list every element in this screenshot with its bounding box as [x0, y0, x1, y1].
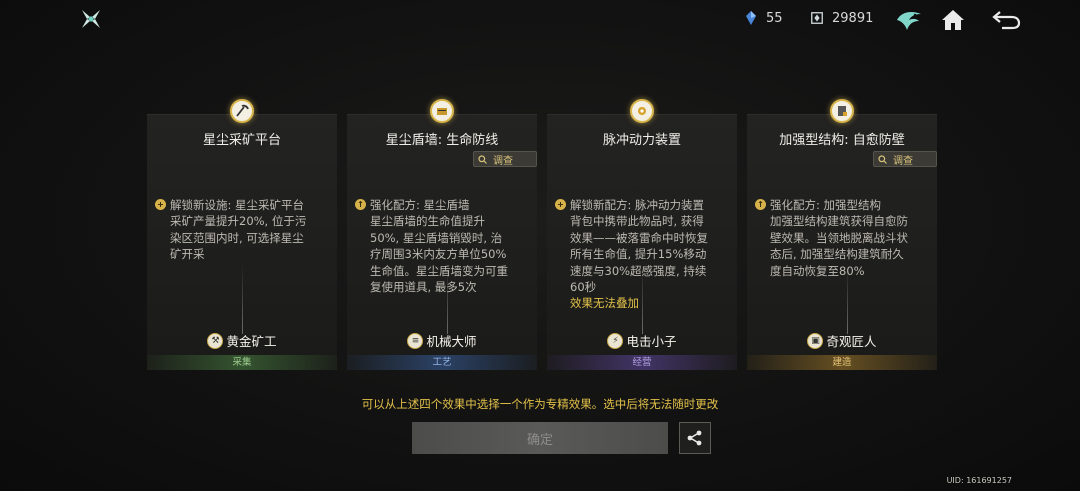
structure-emblem-icon — [830, 99, 854, 123]
card-title: 脉冲动力装置 — [602, 133, 681, 148]
desc-line: 50%, 星尘盾墙销毁时, 治 — [370, 230, 503, 245]
pulse-device-emblem-icon — [630, 99, 654, 123]
coin-icon — [811, 12, 823, 24]
confirm-button[interactable]: 确定 — [412, 422, 668, 454]
specialization-card-4[interactable]: 加强型结构: 自愈防壁 调查 ↑ 强化配方: 加强型结构 加强型结构建筑获得自愈… — [747, 99, 937, 370]
specialization-card-3[interactable]: 脉冲动力装置 + 解锁新配方: 脉冲动力装置 背包中携带此物品时, 获得 效果—… — [547, 99, 737, 370]
desc-line: 生命值。星尘盾墙变为可重 — [370, 263, 508, 278]
back-arrow-icon — [992, 11, 1021, 30]
unlock-icon: + — [155, 199, 166, 210]
category-tag: 建造 — [747, 355, 937, 370]
desc-line: 态后, 加强型结构建筑耐久 — [770, 247, 904, 262]
card-description: ↑ 强化配方: 加强型结构 加强型结构建筑获得自愈防 壁效果。当领地脱离战斗状 … — [755, 197, 931, 279]
desc-line: 背包中携带此物品时, 获得 — [570, 214, 704, 229]
desc-line: 复使用道具, 最多5次 — [370, 280, 477, 295]
desc-line: 采矿产量提升20%, 位于污 — [170, 214, 307, 229]
desc-line: 强化配方: 加强型结构 — [770, 198, 882, 212]
search-icon — [478, 154, 487, 164]
talent-name: ⚡ 电击小子 — [547, 331, 737, 350]
talent-label: 黄金矿工 — [226, 334, 277, 349]
hawk-emblem-icon — [897, 12, 921, 30]
effect-note: 效果无法叠加 — [570, 296, 639, 311]
desc-line: 矿开采 — [170, 247, 205, 262]
talent-label: 机械大师 — [426, 334, 477, 349]
game-logo-icon[interactable] — [80, 8, 102, 30]
top-bar: 55 29891 — [0, 0, 1080, 40]
desc-line: 解锁新设施: 星尘采矿平台 — [170, 198, 305, 212]
unlock-icon: + — [555, 199, 566, 210]
shield-wall-emblem-icon — [430, 99, 454, 123]
investigate-label: 调查 — [893, 155, 913, 167]
share-icon — [687, 430, 702, 446]
talent-name: ≡ 机械大师 — [347, 331, 537, 350]
category-tag: 经营 — [547, 355, 737, 370]
home-icon — [942, 10, 964, 30]
currency-coins-value: 29891 — [832, 10, 874, 26]
desc-line: 染区范围内时, 可选择星尘 — [170, 230, 304, 245]
category-tag: 采集 — [147, 355, 337, 370]
talent-name: ▣ 奇观匠人 — [747, 331, 937, 350]
upgrade-icon: ↑ — [355, 199, 366, 210]
currency-stardust-value: 55 — [766, 10, 783, 26]
talent-name: ⚒ 黄金矿工 — [147, 331, 337, 350]
card-description: + 解锁新配方: 脉冲动力装置 背包中携带此物品时, 获得 效果——被落雷命中时… — [555, 197, 731, 312]
currency-stardust: 55 — [744, 10, 783, 26]
desc-line: 效果——被落雷命中时恢复 — [570, 230, 708, 245]
desc-line: 所有生命值, 提升15%移动 — [570, 247, 707, 262]
mining-emblem-icon — [230, 99, 254, 123]
talent-label: 电击小子 — [626, 334, 677, 349]
search-icon — [878, 154, 887, 164]
upgrade-icon: ↑ — [755, 199, 766, 210]
back-button[interactable] — [988, 6, 1024, 34]
desc-line: 解锁新配方: 脉冲动力装置 — [570, 198, 705, 212]
decorative-line — [642, 264, 643, 334]
category-tag: 工艺 — [347, 355, 537, 370]
user-id: UID: 161691257 — [946, 476, 1012, 485]
desc-line: 速度与30%超感强度, 持续 — [570, 263, 707, 278]
desc-line: 度自动恢复至80% — [770, 263, 865, 278]
decorative-line — [242, 264, 243, 334]
card-title: 加强型结构: 自愈防壁 — [779, 133, 905, 148]
currency-coins: 29891 — [810, 10, 873, 26]
desc-line: 壁效果。当领地脱离战斗状 — [770, 230, 908, 245]
investigate-button[interactable]: 调查 — [473, 151, 537, 167]
selection-hint: 可以从上述四个效果中选择一个作为专精效果。选中后将无法随时更改 — [361, 397, 719, 411]
crystal-icon — [746, 11, 756, 25]
investigate-button[interactable]: 调查 — [873, 151, 937, 167]
craftsman-icon: ▣ — [807, 332, 824, 349]
decorative-line — [447, 264, 448, 334]
desc-line: 疗周围3米内友方单位50% — [370, 247, 507, 262]
home-button[interactable] — [938, 6, 968, 34]
card-description: + 解锁新设施: 星尘采矿平台 采矿产量提升20%, 位于污 染区范围内时, 可… — [155, 197, 331, 263]
specialization-cards: 星尘采矿平台 + 解锁新设施: 星尘采矿平台 采矿产量提升20%, 位于污 染区… — [147, 96, 937, 370]
share-button[interactable] — [679, 422, 711, 454]
specialization-card-1[interactable]: 星尘采矿平台 + 解锁新设施: 星尘采矿平台 采矿产量提升20%, 位于污 染区… — [147, 99, 337, 370]
card-title: 星尘盾墙: 生命防线 — [385, 133, 499, 148]
gear-stack-icon: ≡ — [407, 332, 424, 349]
talent-label: 奇观匠人 — [826, 334, 877, 349]
desc-line: 加强型结构建筑获得自愈防 — [770, 214, 908, 229]
card-title: 星尘采矿平台 — [202, 133, 281, 148]
desc-line: 60秒 — [570, 280, 597, 295]
desc-line: 星尘盾墙的生命值提升 — [370, 214, 485, 229]
pickaxe-icon: ⚒ — [207, 332, 224, 349]
lightning-icon: ⚡ — [607, 332, 624, 349]
card-description: ↑ 强化配方: 星尘盾墙 星尘盾墙的生命值提升 50%, 星尘盾墙销毁时, 治 … — [355, 197, 531, 295]
specialization-card-2[interactable]: 星尘盾墙: 生命防线 调查 ↑ 强化配方: 星尘盾墙 星尘盾墙的生命值提升 50… — [347, 99, 537, 370]
investigate-label: 调查 — [493, 155, 513, 167]
decorative-line — [847, 264, 848, 334]
desc-line: 强化配方: 星尘盾墙 — [370, 198, 470, 212]
faction-emblem-button[interactable] — [894, 6, 924, 34]
